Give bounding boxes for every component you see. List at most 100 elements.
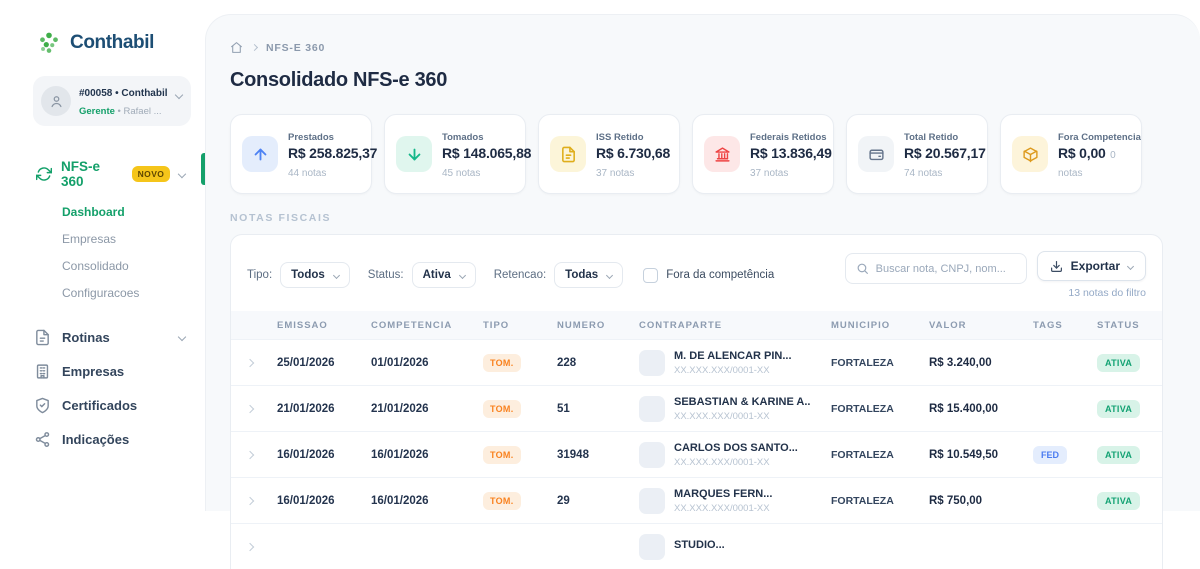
search-input[interactable] xyxy=(876,263,1016,275)
search-box[interactable] xyxy=(845,253,1027,284)
cell-municipio: FORTALEZA xyxy=(823,357,921,369)
status-badge: ATIVA xyxy=(1097,446,1140,464)
cell-competencia: 16/01/2026 xyxy=(363,495,475,507)
stat-value: R$ 258.825,37 xyxy=(288,145,377,161)
refresh-icon xyxy=(36,166,52,182)
user-info: #00058 • Conthabil Gerente • Rafael ... xyxy=(79,83,183,119)
status-select[interactable]: Ativa xyxy=(412,262,476,288)
stat-label: Total Retido xyxy=(904,132,958,143)
row-expander[interactable] xyxy=(231,406,269,412)
notas-fiscais-panel: Tipo: Todos Status: Ativa Retencao: Toda… xyxy=(230,234,1163,569)
chevron-down-icon xyxy=(1127,262,1134,269)
table-header: EMISSAO COMPETENCIA TIPO NUMERO CONTRAPA… xyxy=(231,311,1162,339)
tipo-value: Todos xyxy=(291,269,325,281)
shield-check-icon xyxy=(34,397,51,414)
fora-competencia-checkbox-group[interactable]: Fora da competência xyxy=(643,268,774,283)
retencao-select[interactable]: Todas xyxy=(554,262,623,288)
cell-municipio: FORTALEZA xyxy=(823,495,921,507)
checkbox-unchecked[interactable] xyxy=(643,268,658,283)
user-avatar-icon xyxy=(41,86,71,116)
stat-label: Federais Retidos xyxy=(750,132,827,143)
cell-numero: 31948 xyxy=(549,449,631,461)
company-avatar xyxy=(639,350,665,376)
sidebar-item-indicacoes[interactable]: Indicações xyxy=(0,422,205,456)
brand-logo[interactable]: Conthabil xyxy=(36,30,205,56)
chevron-down-icon xyxy=(606,271,613,278)
chevron-right-icon xyxy=(246,358,254,366)
nfse-360-label: NFS-e 360 xyxy=(61,159,123,189)
sidebar-item-nfse-360[interactable]: NFS-e 360 NOVO xyxy=(0,150,205,198)
table-row[interactable]: STUDIO... xyxy=(231,523,1162,569)
table-row[interactable]: 21/01/2026 21/01/2026 TOM. 51 SEBASTIAN … xyxy=(231,385,1162,431)
contraparte-name: STUDIO... xyxy=(674,539,725,551)
account-switcher[interactable]: #00058 • Conthabil Gerente • Rafael ... xyxy=(33,76,191,126)
novo-badge: NOVO xyxy=(132,166,171,182)
building-icon xyxy=(34,363,51,380)
sidebar-item-rotinas[interactable]: Rotinas xyxy=(0,320,205,354)
contraparte-name: SEBASTIAN & KARINE A... xyxy=(674,396,811,408)
tipo-badge: TOM. xyxy=(483,492,521,510)
cell-tipo: TOM. xyxy=(475,353,549,372)
row-expander[interactable] xyxy=(231,498,269,504)
active-indicator xyxy=(201,153,205,185)
fed-badge: FED xyxy=(1033,446,1067,464)
col-tags: TAGS xyxy=(1025,320,1089,331)
company-avatar xyxy=(639,488,665,514)
sidebar-menu: Rotinas Empresas Certificados xyxy=(0,320,205,456)
cell-tags: FED xyxy=(1025,445,1089,464)
filter-retencao: Retencao: Todas xyxy=(494,262,623,288)
account-code: #00058 • Conthabil xyxy=(79,88,168,99)
company-avatar xyxy=(639,396,665,422)
row-expander[interactable] xyxy=(231,360,269,366)
sidebar: Conthabil #00058 • Conthabil Gerente • R… xyxy=(0,0,205,511)
row-expander[interactable] xyxy=(231,544,269,550)
sidebar-item-configuracoes[interactable]: Configuracoes xyxy=(62,286,205,300)
stat-value: R$ 148.065,88 xyxy=(442,145,531,161)
cell-valor: R$ 15.400,00 xyxy=(921,403,1025,415)
sidebar-item-consolidado[interactable]: Consolidado xyxy=(62,259,205,273)
cell-municipio: FORTALEZA xyxy=(823,403,921,415)
sidebar-item-empresas-sub[interactable]: Empresas xyxy=(62,232,205,246)
breadcrumb: NFS-E 360 xyxy=(230,41,1200,54)
status-badge: ATIVA xyxy=(1097,354,1140,372)
stat-notes-count: 44 notas xyxy=(288,168,326,179)
cell-valor: R$ 750,00 xyxy=(921,495,1025,507)
chevron-right-icon xyxy=(246,450,254,458)
filter-bar: Tipo: Todos Status: Ativa Retencao: Toda… xyxy=(231,235,1162,311)
file-icon xyxy=(34,329,51,346)
tipo-select[interactable]: Todos xyxy=(280,262,350,288)
table-row[interactable]: 16/01/2026 16/01/2026 TOM. 31948 CARLOS … xyxy=(231,431,1162,477)
filter-status: Status: Ativa xyxy=(368,262,476,288)
filter-tipo: Tipo: Todos xyxy=(247,262,350,288)
download-icon xyxy=(1050,260,1063,273)
chevron-right-icon xyxy=(246,404,254,412)
stat-label: Prestados xyxy=(288,132,334,143)
breadcrumb-current[interactable]: NFS-E 360 xyxy=(266,42,325,54)
sidebar-item-dashboard[interactable]: Dashboard xyxy=(62,205,205,219)
tipo-badge: TOM. xyxy=(483,446,521,464)
company-avatar xyxy=(639,534,665,560)
stat-notes-count: 74 notas xyxy=(904,168,942,179)
home-icon[interactable] xyxy=(230,41,243,54)
retencao-label: Retencao: xyxy=(494,269,546,281)
company-avatar xyxy=(639,442,665,468)
chevron-down-icon xyxy=(333,271,340,278)
table-row[interactable]: 25/01/2026 01/01/2026 TOM. 228 M. DE ALE… xyxy=(231,339,1162,385)
stat-card-tomados: Tomados R$ 148.065,88 45 notas xyxy=(384,114,526,194)
row-expander[interactable] xyxy=(231,452,269,458)
stat-card-total-retido: Total Retido R$ 20.567,17 74 notas xyxy=(846,114,988,194)
arrow-up-icon xyxy=(242,136,278,172)
table-row[interactable]: 16/01/2026 16/01/2026 TOM. 29 MARQUES FE… xyxy=(231,477,1162,523)
status-badge: ATIVA xyxy=(1097,400,1140,418)
col-valor: VALOR xyxy=(921,320,1025,331)
stat-card-prestados: Prestados R$ 258.825,37 44 notas xyxy=(230,114,372,194)
wallet-icon xyxy=(858,136,894,172)
export-button[interactable]: Exportar xyxy=(1037,251,1146,281)
section-label: NOTAS FISCAIS xyxy=(230,212,1200,224)
sidebar-item-empresas[interactable]: Empresas xyxy=(0,354,205,388)
contraparte-cnpj: XX.XXX.XXX/0001-XX xyxy=(674,411,811,422)
col-municipio: MUNICIPIO xyxy=(823,320,921,331)
cell-contraparte: M. DE ALENCAR PIN... XX.XXX.XXX/0001-XX xyxy=(631,350,823,376)
sidebar-item-certificados[interactable]: Certificados xyxy=(0,388,205,422)
stats-row: Prestados R$ 258.825,37 44 notas Tomados… xyxy=(230,114,1142,194)
